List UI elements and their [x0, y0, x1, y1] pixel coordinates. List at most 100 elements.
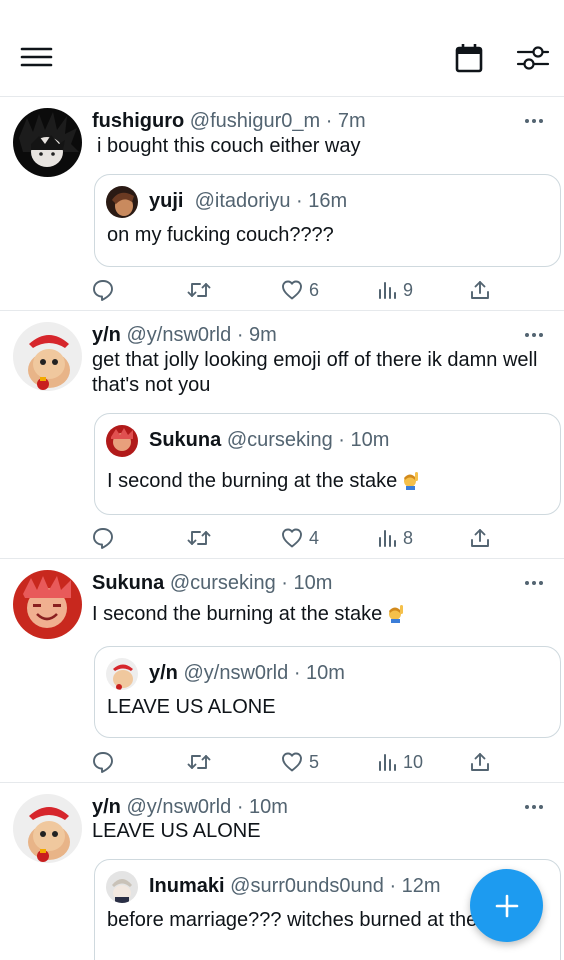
- share-button[interactable]: [469, 277, 491, 303]
- raising-hand-emoji-icon: [389, 605, 404, 623]
- reply-icon: [93, 752, 113, 773]
- tweet-text: i bought this couch either way: [97, 135, 361, 157]
- sliders-icon[interactable]: [516, 44, 550, 72]
- top-bar: [0, 0, 564, 97]
- handle[interactable]: @curseking: [170, 572, 276, 594]
- reply-icon: [93, 280, 113, 301]
- action-bar: 6 9: [0, 277, 564, 303]
- quoted-tweet-text: LEAVE US ALONE: [107, 696, 276, 718]
- timestamp: · 9m: [236, 324, 277, 346]
- avatar[interactable]: [106, 658, 138, 690]
- timestamp: · 10m: [281, 572, 333, 594]
- heart-icon: [282, 280, 302, 300]
- compose-button[interactable]: [470, 869, 543, 942]
- more-options-icon[interactable]: [524, 330, 546, 340]
- like-button[interactable]: 4: [281, 525, 319, 551]
- analytics-icon: [379, 754, 396, 771]
- plus-icon: [495, 894, 518, 917]
- handle: @y/nsw0rld: [183, 662, 289, 684]
- handle[interactable]: @fushigur0_m: [190, 110, 320, 132]
- calendar-icon[interactable]: [455, 43, 483, 73]
- reply-button[interactable]: [92, 525, 114, 551]
- views-button[interactable]: 8: [377, 525, 413, 551]
- display-name: Sukuna: [149, 429, 222, 451]
- tweet-card[interactable]: y/n @y/nsw0rld · 10m LEAVE US ALONE Inum…: [0, 783, 564, 960]
- action-bar: 4 8: [0, 525, 564, 551]
- like-count: 4: [309, 527, 320, 548]
- display-name[interactable]: fushiguro: [92, 110, 184, 132]
- avatar[interactable]: [13, 322, 82, 391]
- display-name[interactable]: y/n: [92, 324, 121, 346]
- timestamp: · 10m: [236, 796, 288, 818]
- avatar[interactable]: [106, 871, 138, 903]
- timestamp: · 12m: [389, 875, 441, 897]
- tweet-text-content: I second the burning at the stake: [92, 603, 383, 625]
- reply-button[interactable]: [92, 749, 114, 775]
- view-count: 8: [403, 527, 414, 548]
- timestamp: · 10m: [293, 662, 345, 684]
- analytics-icon: [379, 530, 396, 547]
- avatar[interactable]: [13, 108, 82, 177]
- share-icon: [471, 753, 489, 771]
- handle[interactable]: @y/nsw0rld: [126, 324, 231, 346]
- display-name: yuji: [149, 190, 184, 212]
- retweet-icon: [187, 531, 211, 545]
- avatar[interactable]: [106, 186, 138, 218]
- tweet-header: y/n @y/nsw0rld · 9m: [92, 322, 514, 348]
- tweet-text: I second the burning at the stake: [92, 602, 544, 627]
- views-button[interactable]: 9: [377, 277, 413, 303]
- more-options-icon[interactable]: [524, 802, 546, 812]
- tweet-text: get that jolly looking emoji off of ther…: [92, 349, 538, 396]
- quoted-tweet-header: Sukuna @curseking · 10m: [149, 426, 552, 454]
- tweet-card[interactable]: y/n @y/nsw0rld · 9m get that jolly looki…: [0, 311, 564, 559]
- retweet-icon: [187, 283, 211, 297]
- display-name[interactable]: y/n: [92, 796, 121, 818]
- quoted-tweet[interactable]: Sukuna @curseking · 10m I second the bur…: [94, 413, 561, 515]
- retweet-button[interactable]: [186, 525, 212, 551]
- display-name[interactable]: Sukuna: [92, 572, 164, 594]
- more-options-icon[interactable]: [524, 578, 546, 588]
- like-count: 6: [309, 279, 320, 300]
- analytics-icon: [379, 282, 396, 299]
- retweet-button[interactable]: [186, 749, 212, 775]
- quoted-tweet[interactable]: y/n @y/nsw0rld · 10m LEAVE US ALONE: [94, 646, 561, 738]
- handle: @curseking: [226, 429, 333, 451]
- display-name: Inumaki: [149, 875, 225, 897]
- tweet-card[interactable]: Sukuna @curseking · 10m I second the bur…: [0, 559, 564, 783]
- tweet-text: LEAVE US ALONE: [92, 820, 261, 842]
- quoted-tweet-text: I second the burning at the stake: [107, 469, 548, 494]
- share-icon: [471, 529, 489, 547]
- quoted-tweet-text: on my fucking couch????: [107, 224, 334, 246]
- timestamp: · 10m: [338, 429, 390, 451]
- display-name: y/n: [149, 662, 178, 684]
- quoted-tweet-header: yuji @itadoriyu · 16m: [149, 187, 552, 215]
- like-button[interactable]: 6: [281, 277, 319, 303]
- raising-hand-emoji-icon: [404, 472, 419, 490]
- share-button[interactable]: [469, 525, 491, 551]
- handle: @surr0unds0und: [230, 875, 384, 897]
- timestamp: · 16m: [296, 190, 348, 212]
- more-options-icon[interactable]: [524, 116, 546, 126]
- tweet-header: y/n @y/nsw0rld · 10m: [92, 794, 514, 820]
- tweet-header: fushiguro @fushigur0_m · 7m: [92, 108, 514, 134]
- handle[interactable]: @y/nsw0rld: [126, 796, 231, 818]
- tweet-card[interactable]: fushiguro @fushigur0_m · 7m i bought thi…: [0, 97, 564, 311]
- tweet-header: Sukuna @curseking · 10m: [92, 570, 514, 596]
- quoted-tweet-text-content: I second the burning at the stake: [107, 470, 398, 492]
- views-button[interactable]: 10: [377, 749, 423, 775]
- share-button[interactable]: [469, 749, 491, 775]
- handle: @itadoriyu: [194, 190, 291, 212]
- reply-button[interactable]: [92, 277, 114, 303]
- view-count: 10: [403, 751, 424, 772]
- hamburger-menu-icon[interactable]: [20, 46, 54, 68]
- avatar[interactable]: [13, 570, 82, 639]
- like-button[interactable]: 5: [281, 749, 319, 775]
- quoted-tweet[interactable]: yuji @itadoriyu · 16m on my fucking couc…: [94, 174, 561, 267]
- retweet-button[interactable]: [186, 277, 212, 303]
- avatar[interactable]: [106, 425, 138, 457]
- share-icon: [471, 281, 489, 299]
- avatar[interactable]: [13, 794, 82, 863]
- heart-icon: [282, 752, 302, 772]
- view-count: 9: [403, 279, 414, 300]
- reply-icon: [93, 528, 113, 549]
